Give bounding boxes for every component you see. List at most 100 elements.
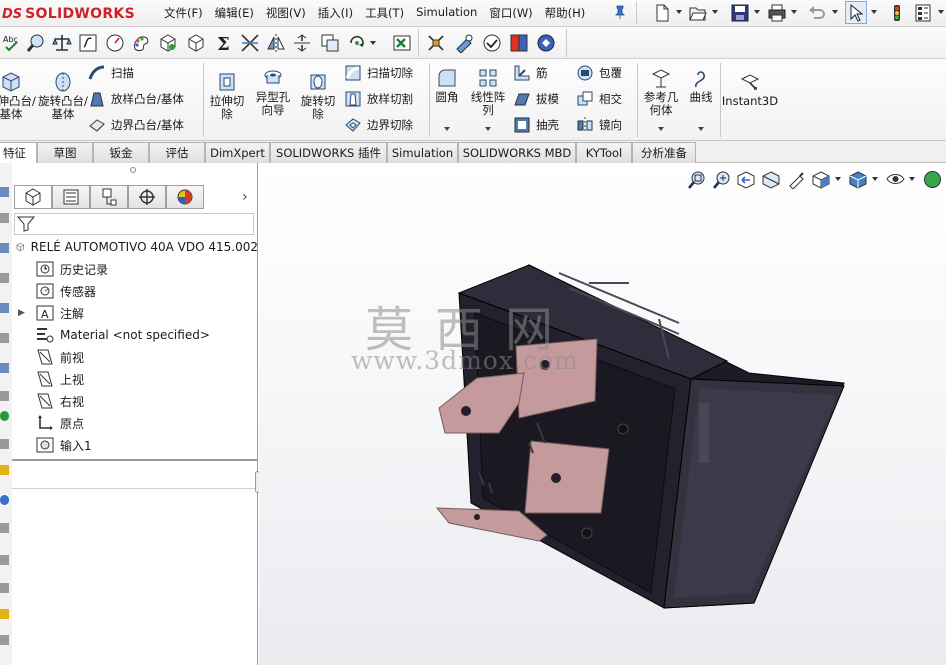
chevron-right-icon[interactable]: › — [242, 189, 248, 205]
plugin-icon[interactable] — [424, 30, 448, 56]
expand-arrow-icon[interactable]: ▶ — [18, 308, 36, 318]
box-icon[interactable] — [156, 30, 180, 56]
menu-edit[interactable]: 编辑(E) — [209, 5, 260, 21]
view-orientation-icon[interactable] — [810, 168, 832, 190]
tab-sketch[interactable]: 草图 — [37, 142, 93, 163]
measure-icon[interactable] — [238, 30, 262, 56]
instant3d-button[interactable]: Instant3D — [722, 71, 778, 108]
select-icon[interactable] — [845, 1, 867, 24]
strip-icon[interactable] — [0, 583, 9, 593]
mirror-button[interactable]: 镜向 — [576, 115, 622, 135]
section-view-icon[interactable] — [760, 168, 782, 190]
hole-wizard-button[interactable]: 异型孔向导 — [252, 67, 294, 117]
tab-analysis-prep[interactable]: 分析准备 — [632, 142, 696, 163]
menu-file[interactable]: 文件(F) — [158, 5, 209, 21]
hide-show-icon[interactable] — [884, 168, 906, 190]
reference-geometry-button[interactable]: 参考几何体 — [640, 67, 682, 117]
dynamic-annotation-icon[interactable] — [785, 168, 807, 190]
loft-button[interactable]: 放样凸台/基体 — [88, 89, 184, 109]
panel-splitter-handle[interactable] — [130, 167, 136, 173]
appearance-icon[interactable] — [921, 168, 943, 190]
menu-tools[interactable]: 工具(T) — [359, 5, 410, 21]
sum-icon[interactable]: Σ — [212, 30, 236, 56]
feature-tree-filter[interactable] — [14, 213, 254, 235]
tree-item-material[interactable]: Material <not specified> — [12, 324, 258, 346]
tree-root[interactable]: RELÉ AUTOMOTIVO 40A VDO 415.002 — [12, 236, 258, 258]
revolve-boss-button[interactable]: 旋转凸台/基体 — [38, 71, 88, 121]
previous-view-icon[interactable] — [735, 168, 757, 190]
rebuild-icon[interactable] — [886, 1, 908, 24]
revolve-cut-button[interactable]: 旋转切除 — [297, 71, 339, 121]
strip-icon[interactable] — [0, 439, 9, 449]
tree-item-front-plane[interactable]: 前视 — [12, 346, 258, 368]
loft-cut-button[interactable]: 放样切割 — [344, 89, 413, 109]
menu-simulation[interactable]: Simulation — [410, 5, 483, 21]
options-icon[interactable] — [912, 1, 934, 24]
strip-icon[interactable] — [0, 635, 9, 645]
tab-kytool[interactable]: KYTool — [576, 142, 632, 163]
cube-icon[interactable] — [184, 30, 208, 56]
strip-icon[interactable] — [0, 609, 9, 619]
boundary-boss-button[interactable]: 边界凸台/基体 — [88, 115, 184, 135]
tree-item-history[interactable]: 历史记录 — [12, 258, 258, 280]
tab-solidworks-addins[interactable]: SOLIDWORKS 插件 — [270, 142, 387, 163]
tab-features[interactable]: 特征 — [0, 142, 37, 163]
shell-button[interactable]: 抽壳 — [513, 115, 559, 135]
scan-icon[interactable] — [507, 30, 531, 56]
tree-item-annotations[interactable]: ▶ A 注解 — [12, 302, 258, 324]
color-icon[interactable] — [129, 30, 153, 56]
strip-icon[interactable] — [0, 411, 9, 421]
check-icon[interactable] — [480, 30, 504, 56]
tree-item-origin[interactable]: 原点 — [12, 412, 258, 434]
gauge-icon[interactable] — [103, 30, 127, 56]
boundary-cut-button[interactable]: 边界切除 — [344, 115, 413, 135]
tree-item-sensors[interactable]: 传感器 — [12, 280, 258, 302]
toolbox-icon[interactable] — [452, 30, 476, 56]
strip-icon[interactable] — [0, 333, 9, 343]
sweep-cut-button[interactable]: 扫描切除 — [344, 63, 413, 83]
menu-view[interactable]: 视图(V) — [260, 5, 312, 21]
extrude-boss-button[interactable]: 拉伸凸台/基体 — [0, 71, 36, 121]
strip-icon[interactable] — [0, 213, 9, 223]
pin-icon[interactable] — [614, 5, 626, 19]
strip-icon[interactable] — [0, 303, 9, 313]
strip-icon[interactable] — [0, 187, 9, 197]
sweep-button[interactable]: 扫描 — [88, 63, 134, 83]
tab-solidworks-mbd[interactable]: SOLIDWORKS MBD — [458, 142, 576, 163]
split-icon[interactable] — [290, 30, 314, 56]
strip-icon[interactable] — [0, 363, 9, 373]
zoom-area-icon[interactable] — [710, 168, 732, 190]
undo-icon[interactable] — [806, 1, 828, 24]
strip-icon[interactable] — [0, 465, 9, 475]
equation-icon[interactable] — [76, 30, 100, 56]
menu-help[interactable]: 帮助(H) — [539, 5, 592, 21]
new-document-icon[interactable] — [651, 1, 673, 24]
copy-icon[interactable] — [318, 30, 342, 56]
zoom-icon[interactable] — [24, 30, 48, 56]
menu-insert[interactable]: 插入(I) — [312, 5, 359, 21]
strip-icon[interactable] — [0, 391, 9, 401]
configuration-manager-tab[interactable] — [90, 185, 128, 209]
strip-icon[interactable] — [0, 273, 9, 283]
tab-evaluate[interactable]: 评估 — [149, 142, 205, 163]
open-icon[interactable] — [687, 1, 709, 24]
spell-check-icon[interactable]: Abc — [0, 30, 24, 56]
curves-button[interactable]: 曲线 — [684, 67, 718, 104]
menu-window[interactable]: 窗口(W) — [483, 5, 538, 21]
dimxpert-manager-tab[interactable] — [128, 185, 166, 209]
graphics-area[interactable]: 莫西网 www.3dmox.com — [259, 163, 946, 665]
fillet-button[interactable]: 圆角 — [432, 67, 462, 104]
strip-icon[interactable] — [0, 243, 9, 253]
draft-button[interactable]: 拔模 — [513, 89, 559, 109]
sheet-icon[interactable] — [534, 30, 558, 56]
rotate-icon[interactable] — [345, 30, 369, 56]
feature-manager-tab[interactable] — [14, 185, 52, 209]
strip-icon[interactable] — [0, 495, 9, 505]
tree-item-import1[interactable]: 输入1 — [12, 434, 258, 456]
extrude-cut-button[interactable]: 拉伸切除 — [206, 71, 248, 121]
zoom-to-fit-icon[interactable] — [685, 168, 707, 190]
tab-sheet-metal[interactable]: 钣金 — [93, 142, 149, 163]
strip-icon[interactable] — [0, 523, 9, 533]
save-icon[interactable] — [729, 1, 751, 24]
tree-item-right-plane[interactable]: 右视 — [12, 390, 258, 412]
